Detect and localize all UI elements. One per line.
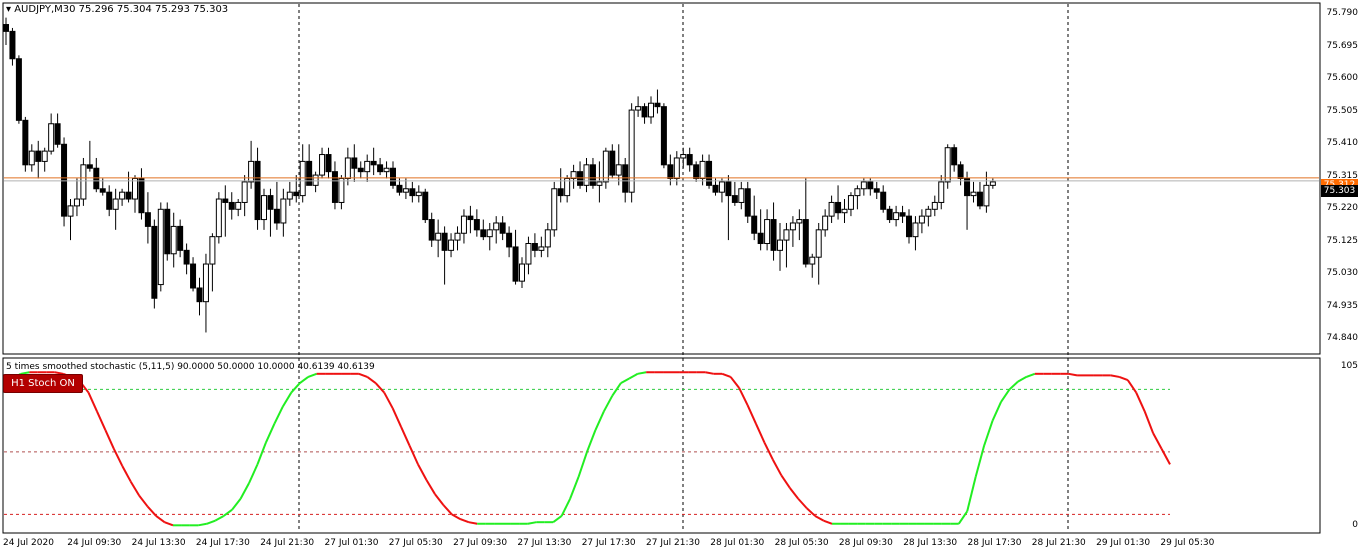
price-axis-label: 75.410 bbox=[1326, 138, 1359, 149]
candle bbox=[551, 181, 558, 237]
candle bbox=[80, 157, 87, 206]
candle bbox=[215, 192, 222, 244]
price-axis-label: 74.840 bbox=[1326, 333, 1359, 344]
candle bbox=[422, 188, 429, 223]
price-axis-label: 75.790 bbox=[1326, 8, 1359, 19]
time-axis-label: 24 Jul 09:30 bbox=[67, 538, 122, 548]
time-axis-label: 28 Jul 17:30 bbox=[967, 538, 1022, 548]
price-axis-label: 75.695 bbox=[1326, 40, 1359, 51]
time-axis-label: 27 Jul 13:30 bbox=[517, 538, 572, 548]
candle bbox=[151, 219, 158, 309]
time-axis-label: 29 Jul 05:30 bbox=[1160, 538, 1215, 548]
time-axis-label: 24 Jul 13:30 bbox=[131, 538, 186, 548]
candle bbox=[22, 116, 29, 172]
candle bbox=[164, 202, 171, 261]
time-axis-label: 27 Jul 01:30 bbox=[324, 538, 379, 548]
indicator-label: 5 times smoothed stochastic (5,11,5) 90.… bbox=[6, 362, 375, 372]
symbol-title: ▾ AUDJPY,M30 75.296 75.304 75.293 75.303 bbox=[6, 4, 228, 15]
time-axis-label: 27 Jul 05:30 bbox=[388, 538, 443, 548]
candle bbox=[157, 202, 164, 292]
time-axis-label: 27 Jul 21:30 bbox=[646, 538, 700, 548]
candle bbox=[944, 144, 951, 189]
chart-canvas[interactable] bbox=[0, 0, 1362, 555]
price-axis-label: 75.220 bbox=[1326, 203, 1359, 214]
time-axis-label: 24 Jul 2020 bbox=[3, 538, 54, 548]
candle bbox=[628, 103, 635, 203]
price-axis-label: 75.505 bbox=[1326, 105, 1359, 116]
candle bbox=[61, 137, 68, 227]
time-axis-label: 28 Jul 05:30 bbox=[774, 538, 829, 548]
candle bbox=[693, 161, 700, 182]
time-axis-label: 29 Jul 01:30 bbox=[1096, 538, 1151, 548]
price-axis-label: 75.030 bbox=[1326, 268, 1359, 279]
time-axis-label: 28 Jul 13:30 bbox=[903, 538, 958, 548]
price-axis-label: 75.125 bbox=[1326, 235, 1359, 246]
price-axis-label: 75.600 bbox=[1326, 73, 1359, 84]
candle bbox=[15, 55, 22, 124]
time-axis-label: 28 Jul 09:30 bbox=[838, 538, 893, 548]
time-axis-label: 24 Jul 21:30 bbox=[260, 538, 315, 548]
h1-stoch-button[interactable]: H1 Stoch ON bbox=[3, 374, 83, 393]
time-axis-label: 28 Jul 01:30 bbox=[710, 538, 765, 548]
time-axis-label: 28 Jul 21:30 bbox=[1031, 538, 1086, 548]
stoch-axis-bottom: 0 bbox=[1352, 520, 1358, 530]
time-axis-label: 27 Jul 17:30 bbox=[581, 538, 636, 548]
candle bbox=[660, 103, 667, 169]
time-axis-label: 24 Jul 17:30 bbox=[195, 538, 250, 548]
current-price-badge: 75.303 bbox=[1321, 185, 1358, 197]
chevron-down-icon[interactable]: ▾ bbox=[6, 4, 11, 15]
ohlc-values: 75.296 75.304 75.293 75.303 bbox=[78, 4, 229, 15]
stoch-axis-top: 105 bbox=[1340, 361, 1358, 371]
chart-window[interactable]: ▾ AUDJPY,M30 75.296 75.304 75.293 75.303… bbox=[0, 0, 1362, 555]
symbol-timeframe: AUDJPY,M30 bbox=[14, 4, 76, 15]
time-axis-label: 27 Jul 09:30 bbox=[453, 538, 508, 548]
price-axis-label: 74.935 bbox=[1326, 300, 1359, 311]
